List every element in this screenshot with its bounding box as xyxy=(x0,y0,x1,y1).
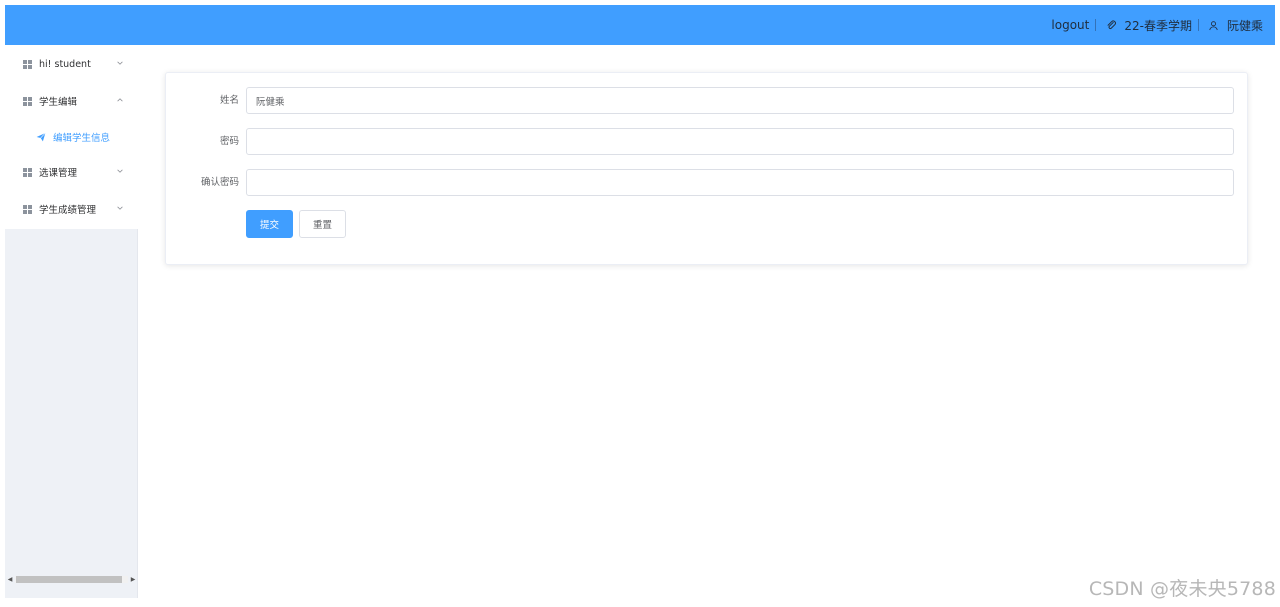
password-label: 密码 xyxy=(219,136,239,147)
send-icon xyxy=(36,132,46,142)
scrollbar-track[interactable] xyxy=(15,576,128,583)
header-divider xyxy=(1095,19,1097,31)
logout-link[interactable]: logout xyxy=(1051,18,1089,32)
sidebar-item-label: 选课管理 xyxy=(39,168,78,179)
chevron-up-icon xyxy=(117,98,123,102)
sidebar-item-label: 学生编辑 xyxy=(39,97,78,108)
chevron-down-icon xyxy=(117,169,123,173)
sidebar-subitem-edit-info[interactable]: 编辑学生信息 xyxy=(5,119,138,155)
user-icon xyxy=(1207,18,1221,32)
password-row: 密码 xyxy=(166,128,1249,156)
confirm-password-input[interactable] xyxy=(246,169,1234,196)
sidebar-subitem-label: 编辑学生信息 xyxy=(53,133,111,144)
watermark: CSDN @夜未央5788 xyxy=(1088,578,1276,600)
user-name[interactable]: 阮健乘 xyxy=(1227,17,1263,34)
sidebar: hi! student 学生编辑 编辑学生信息 选课管理 学生成绩管理 ◀ ▶ xyxy=(5,45,138,598)
paperclip-icon xyxy=(1104,18,1118,32)
name-row: 姓名 xyxy=(166,87,1249,115)
reset-button[interactable]: 重置 xyxy=(299,210,346,238)
scrollbar-thumb[interactable] xyxy=(16,576,122,583)
menu-grid-icon xyxy=(23,167,32,177)
menu-grid-icon xyxy=(23,204,32,214)
sidebar-item-label: 学生成绩管理 xyxy=(39,205,97,216)
chevron-down-icon xyxy=(117,206,123,210)
sidebar-item-student-edit[interactable]: 学生编辑 xyxy=(5,83,138,119)
sidebar-horizontal-scrollbar[interactable]: ◀ ▶ xyxy=(5,575,138,584)
confirm-password-row: 确认密码 xyxy=(166,169,1249,197)
menu-grid-icon xyxy=(23,96,32,106)
menu-grid-icon xyxy=(23,59,32,69)
name-input[interactable] xyxy=(246,87,1234,114)
edit-form-card: 姓名 密码 确认密码 提交 重置 xyxy=(165,72,1248,265)
sidebar-item-label: hi! student xyxy=(39,58,91,70)
scroll-left-arrow-icon[interactable]: ◀ xyxy=(5,575,15,584)
app-frame: logout 22-春季学期 阮健乘 hi! student 学生编辑 编辑学生… xyxy=(5,5,1275,598)
sidebar-menu: hi! student 学生编辑 编辑学生信息 选课管理 学生成绩管理 xyxy=(5,45,138,229)
scroll-right-arrow-icon[interactable]: ▶ xyxy=(128,575,138,584)
name-label: 姓名 xyxy=(219,95,239,106)
semester-label[interactable]: 22-春季学期 xyxy=(1124,17,1192,34)
sidebar-item-student[interactable]: hi! student xyxy=(5,46,138,82)
password-input[interactable] xyxy=(246,128,1234,155)
top-header: logout 22-春季学期 阮健乘 xyxy=(5,5,1275,45)
header-divider xyxy=(1197,19,1199,31)
chevron-down-icon xyxy=(117,61,123,65)
form-actions: 提交 重置 xyxy=(166,210,1249,238)
confirm-password-label: 确认密码 xyxy=(200,177,239,188)
sidebar-item-course-selection[interactable]: 选课管理 xyxy=(5,154,138,190)
sidebar-item-grades[interactable]: 学生成绩管理 xyxy=(5,191,138,227)
submit-button[interactable]: 提交 xyxy=(246,210,293,238)
